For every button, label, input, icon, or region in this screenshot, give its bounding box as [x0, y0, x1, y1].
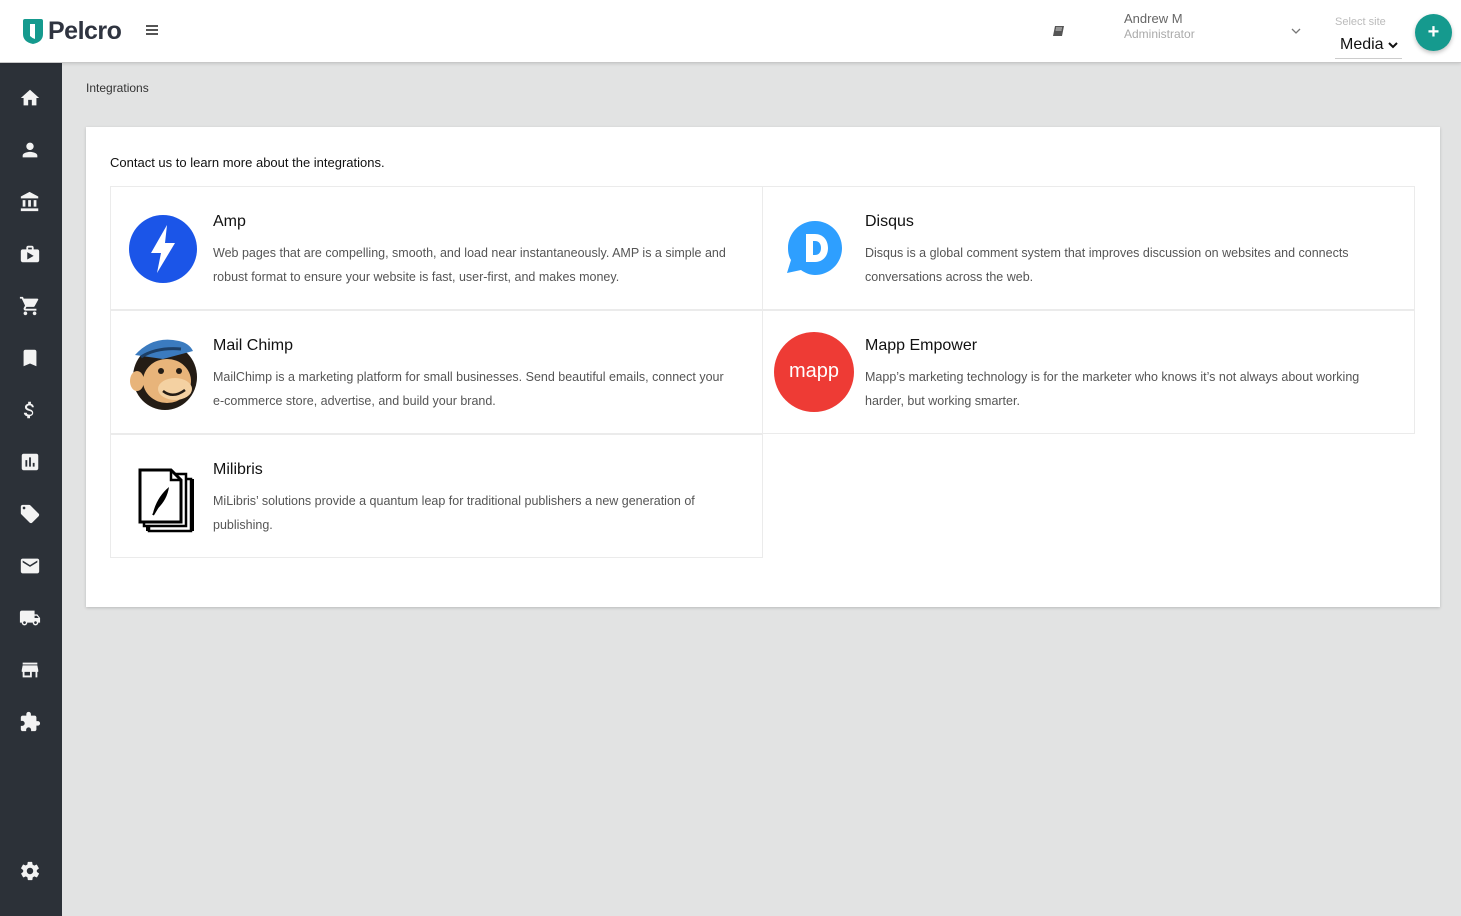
integration-tile-mailchimp[interactable]: Mail Chimp MailChimp is a marketing plat…: [110, 310, 763, 434]
sidebar: [0, 63, 62, 916]
cart-icon: [19, 296, 39, 316]
pelcro-logo-icon: [23, 18, 43, 44]
mapp-logo-text: mapp: [789, 360, 839, 382]
puzzle-icon: [20, 711, 41, 732]
truck-icon: [19, 610, 41, 626]
book-icon[interactable]: [1051, 23, 1067, 39]
integration-title: Mail Chimp: [213, 337, 294, 354]
user-role: Administrator: [1124, 27, 1195, 41]
integrations-card: Contact us to learn more about the integ…: [86, 127, 1440, 607]
pelcro-logo[interactable]: Pelcro: [21, 16, 122, 46]
integration-tile-milibris[interactable]: Milibris MiLibris’ solutions provide a q…: [110, 434, 763, 558]
user-name: Andrew M: [1124, 11, 1183, 26]
integration-description: Disqus is a global comment system that i…: [865, 246, 1349, 284]
sidebar-item-store[interactable]: [19, 659, 41, 681]
user-menu[interactable]: Andrew M Administrator: [1124, 11, 1195, 41]
integration-tile-mapp[interactable]: mapp Mapp Empower Mapp’s marketing techn…: [762, 310, 1415, 434]
chevron-down-icon[interactable]: [1290, 26, 1302, 36]
site-selector: Select site Media: [1335, 16, 1402, 59]
sidebar-item-customers[interactable]: [19, 139, 41, 161]
integration-description: MiLibris’ solutions provide a quantum le…: [213, 494, 695, 532]
gear-icon: [21, 861, 40, 881]
sidebar-item-emails[interactable]: [19, 555, 41, 577]
person-icon: [22, 142, 38, 158]
milibris-logo-icon: [138, 468, 194, 533]
disqus-logo-icon: [787, 221, 842, 275]
sidebar-item-integrations[interactable]: [19, 711, 41, 733]
sidebar-item-coupons[interactable]: [19, 503, 41, 525]
sidebar-item-subscriptions[interactable]: [19, 243, 41, 265]
add-button[interactable]: +: [1415, 14, 1452, 51]
home-icon: [20, 89, 40, 106]
integration-title: Milibris: [213, 461, 263, 478]
chart-icon: [21, 453, 39, 471]
integration-description: Web pages that are compelling, smooth, a…: [213, 246, 726, 284]
integration-description: MailChimp is a marketing platform for sm…: [213, 370, 724, 408]
sidebar-item-shipping[interactable]: [19, 607, 41, 629]
brand-name: Pelcro: [48, 16, 122, 45]
amp-logo-icon: [129, 215, 197, 283]
hamburger-menu-icon[interactable]: [144, 23, 160, 39]
site-select-value: Media: [1340, 36, 1384, 53]
mailchimp-logo-icon: [130, 339, 197, 410]
integration-title: Mapp Empower: [865, 337, 978, 354]
bookmark-icon: [23, 349, 37, 367]
sidebar-item-products[interactable]: [19, 347, 41, 369]
dollar-icon: [23, 401, 34, 419]
coupon-icon: [20, 504, 40, 524]
intro-text: Contact us to learn more about the integ…: [110, 155, 385, 170]
site-select[interactable]: Media: [1335, 36, 1402, 59]
top-bar: Pelcro Andrew M Administrator Select sit…: [0, 0, 1461, 63]
site-selector-label: Select site: [1335, 16, 1386, 28]
sidebar-item-billing[interactable]: [19, 399, 41, 421]
sidebar-item-settings[interactable]: [19, 860, 41, 882]
sidebar-item-orders[interactable]: [19, 295, 41, 317]
bank-icon: [20, 191, 39, 212]
integration-tile-disqus[interactable]: Disqus Disqus is a global comment system…: [762, 186, 1415, 310]
integration-title: Amp: [213, 213, 246, 230]
sidebar-item-home[interactable]: [19, 87, 41, 109]
integration-description: Mapp’s marketing technology is for the m…: [865, 370, 1360, 408]
sidebar-item-reports[interactable]: [19, 451, 41, 473]
integration-tile-amp[interactable]: Amp Web pages that are compelling, smoot…: [110, 186, 763, 310]
mail-icon: [20, 558, 40, 574]
store-icon: [21, 662, 39, 678]
chevron-down-icon: [1387, 42, 1398, 49]
subscriptions-icon: [20, 245, 40, 263]
integration-title: Disqus: [865, 213, 914, 230]
breadcrumb: Integrations: [86, 81, 149, 95]
sidebar-item-accounts[interactable]: [19, 191, 41, 213]
mapp-logo-icon: mapp: [774, 332, 854, 412]
